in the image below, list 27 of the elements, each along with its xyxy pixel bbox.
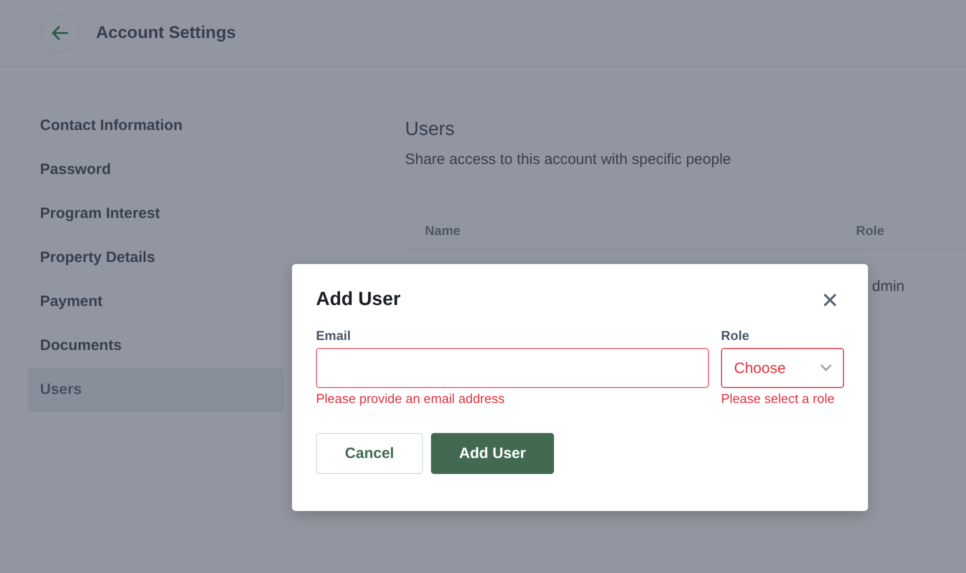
role-dropdown[interactable]: Choose — [721, 348, 844, 388]
close-button[interactable] — [822, 292, 838, 308]
chevron-down-icon — [820, 364, 832, 372]
sidebar-item[interactable]: Program Interest — [28, 192, 284, 236]
sidebar-item[interactable]: Documents — [28, 324, 284, 368]
sidebar-item[interactable]: Password — [28, 148, 284, 192]
field-label: Role — [721, 328, 750, 344]
sidebar-item[interactable]: Payment — [28, 280, 284, 324]
dialog-title: Add User — [316, 289, 400, 311]
add-user-button[interactable]: Add User — [431, 433, 554, 474]
email-field[interactable] — [316, 348, 709, 388]
sidebar-item[interactable]: Contact Information — [28, 104, 284, 148]
cancel-button[interactable]: Cancel — [316, 433, 423, 474]
field-label: Email — [316, 328, 352, 344]
close-icon — [824, 294, 836, 306]
sidebar-item[interactable]: Property Details — [28, 236, 284, 280]
table-cell: dmin — [872, 278, 905, 294]
section-title: Users — [405, 119, 456, 141]
sidebar-item[interactable]: Users — [28, 368, 284, 412]
page-title: Account Settings — [96, 23, 236, 43]
error-message: Please select a role — [721, 391, 836, 406]
back-button[interactable] — [41, 14, 79, 52]
column-header: Name — [425, 222, 462, 238]
column-header: Role — [856, 222, 884, 238]
error-message: Please provide an email address — [316, 391, 506, 406]
section-subtitle: Share access to this account with specific people — [405, 151, 732, 168]
back-arrow-icon — [52, 26, 68, 40]
